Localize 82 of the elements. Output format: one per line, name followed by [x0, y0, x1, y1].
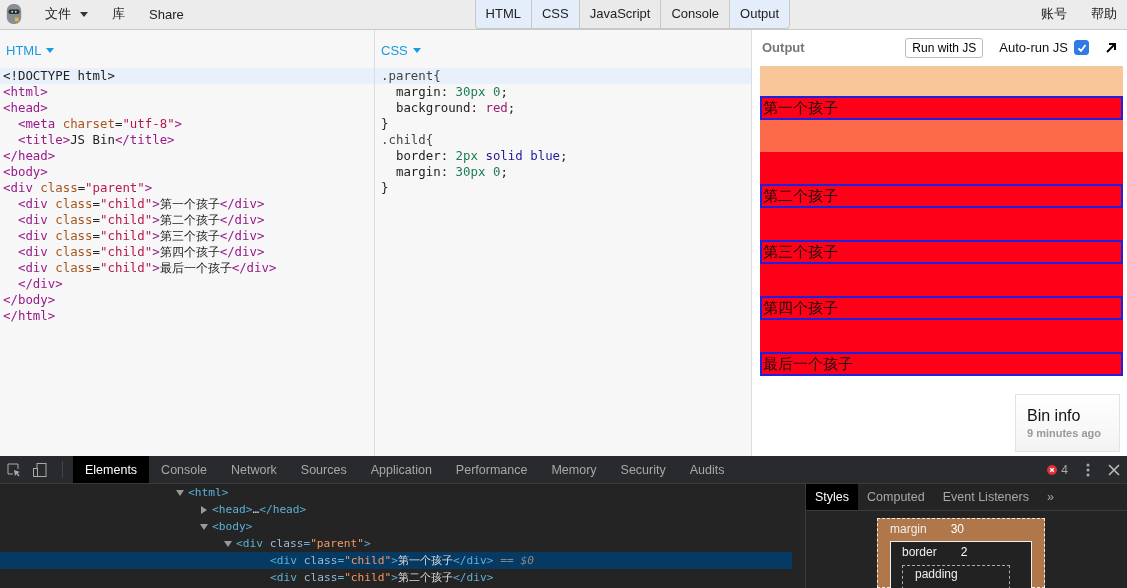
code-line: <div class="child">第三个孩子</div>: [16, 227, 266, 244]
devtools-tab[interactable]: Console: [149, 456, 219, 483]
caret-icon: [80, 11, 88, 17]
popout-arrow-icon[interactable]: [1105, 41, 1117, 54]
code-line: border: 2px solid blue;: [394, 147, 569, 164]
auto-run-checkbox[interactable]: [1074, 40, 1089, 56]
disclosure-triangle-icon[interactable]: [176, 488, 184, 497]
bin-info-time: 9 minutes ago: [1027, 427, 1102, 439]
code-line: background: red;: [394, 99, 517, 116]
styles-tab[interactable]: Event Listeners: [933, 484, 1038, 510]
disclosure-triangle-icon[interactable]: [224, 539, 232, 548]
child-box: 最后一个孩子: [760, 351, 1123, 376]
code-line: margin: 30px 0;: [394, 83, 509, 100]
close-icon[interactable]: [1108, 463, 1120, 476]
devtools-tab[interactable]: Application: [358, 456, 444, 483]
panel-tab[interactable]: CSS: [531, 0, 580, 29]
dom-node[interactable]: <html>: [188, 484, 229, 501]
inspect-icon[interactable]: [6, 461, 22, 478]
devtools-tab[interactable]: Sources: [288, 456, 359, 483]
more-options-icon[interactable]: [1086, 462, 1090, 477]
code-line: <html>: [2, 83, 49, 100]
code-line: <div class="child">最后一个孩子</div>: [16, 259, 278, 276]
caret-icon: [46, 48, 55, 54]
code-line: <div class="parent">: [2, 179, 154, 196]
box-value: 30: [950, 522, 965, 536]
box-value: 2: [960, 545, 968, 559]
code-line: </html>: [2, 307, 57, 324]
code-line: <div class="child">第四个孩子</div>: [16, 243, 266, 260]
styles-tab[interactable]: Computed: [858, 484, 934, 510]
code-line: </body>: [2, 291, 57, 308]
box-label: margin: [890, 522, 927, 536]
devtools-tab[interactable]: Elements: [73, 456, 150, 483]
styles-tab[interactable]: Styles: [806, 484, 859, 510]
dom-node[interactable]: <div class="child">第二个孩子</div>: [270, 569, 494, 586]
code-line: <meta charset="utf-8">: [16, 115, 184, 132]
box-label: padding: [915, 567, 958, 581]
bin-info-card[interactable]: Bin info 9 minutes ago: [1015, 394, 1120, 452]
child-box: 第三个孩子: [760, 239, 1123, 264]
code-line: }: [380, 179, 390, 196]
auto-run-label: Auto-run JS: [999, 40, 1068, 56]
devtools-tab[interactable]: Memory: [539, 456, 609, 483]
box-label: border: [902, 545, 937, 559]
menu-item[interactable]: 帮助: [1081, 5, 1127, 24]
error-icon[interactable]: [1047, 464, 1058, 475]
code-line: }: [380, 115, 390, 132]
code-line: .child{: [380, 131, 435, 148]
disclosure-triangle-icon[interactable]: [200, 505, 208, 514]
menu-item[interactable]: Share: [139, 6, 194, 22]
panel-tab[interactable]: Output: [730, 0, 791, 29]
caret-icon: [412, 48, 421, 54]
run-button[interactable]: Run with JS: [905, 37, 984, 58]
devtools-tab[interactable]: Audits: [677, 456, 737, 483]
code-line: margin: 30px 0;: [394, 163, 509, 180]
child-box: 第二个孩子: [760, 183, 1123, 208]
code-line: <body>: [2, 163, 49, 180]
code-line: </div>: [16, 275, 64, 292]
panel-tab[interactable]: JavaScript: [579, 0, 662, 29]
dom-node[interactable]: <head>…</head>: [212, 501, 307, 518]
devtools-tab[interactable]: Performance: [443, 456, 540, 483]
error-count[interactable]: 4: [1061, 462, 1068, 477]
code-line: <div class="child">第一个孩子</div>: [16, 195, 266, 212]
devtools-tab[interactable]: Network: [219, 456, 289, 483]
code-line: <title>JS Bin</title>: [16, 131, 176, 148]
child-box: 第四个孩子: [760, 295, 1123, 320]
dom-node[interactable]: <body>: [212, 518, 253, 535]
menu-item[interactable]: 账号: [1031, 5, 1077, 24]
code-line: <head>: [2, 99, 49, 116]
child-box: 第一个孩子: [760, 95, 1123, 120]
code-line: </head>: [2, 147, 57, 164]
code-line: <div class="child">第二个孩子</div>: [16, 211, 266, 228]
menu-item[interactable]: 文件: [35, 5, 98, 24]
panel-tab[interactable]: HTML: [474, 0, 532, 29]
devtools-tab[interactable]: Security: [608, 456, 678, 483]
more-tabs-button[interactable]: »: [1037, 484, 1063, 510]
logo[interactable]: [5, 2, 23, 27]
pane-title: Output: [762, 40, 805, 56]
bin-info-title: Bin info: [1027, 407, 1082, 425]
panel-tab[interactable]: Console: [661, 0, 731, 29]
dom-node[interactable]: <div class="parent">: [236, 535, 371, 552]
disclosure-triangle-icon[interactable]: [200, 522, 208, 531]
menu-item[interactable]: 库: [102, 5, 135, 24]
device-icon[interactable]: [32, 461, 48, 478]
